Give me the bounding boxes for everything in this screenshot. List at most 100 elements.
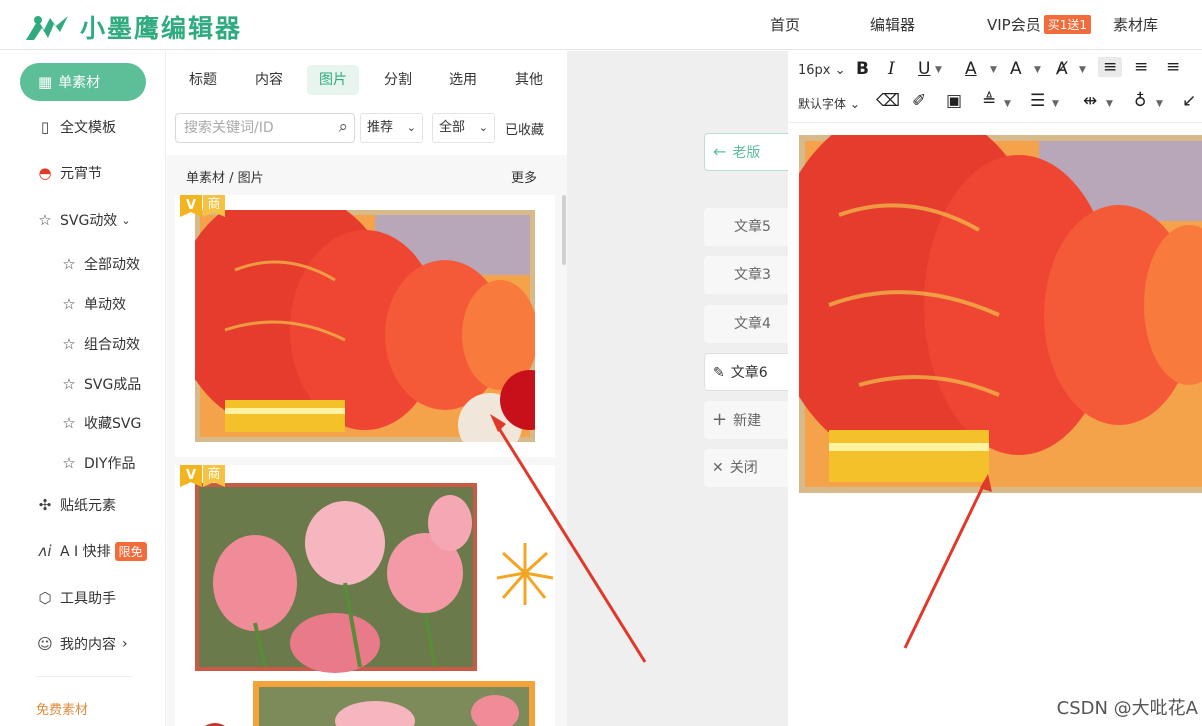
tab-divider[interactable]: 分割 — [372, 65, 424, 95]
indent-icon[interactable]: ⇹ — [1083, 91, 1097, 111]
nav-library[interactable]: 素材库 — [1113, 14, 1158, 35]
sidebar-subitem-combo-effect[interactable]: ☆ 组合动效 — [60, 334, 140, 354]
sort-value: 推荐 — [367, 120, 394, 135]
new-label: 新建 — [733, 413, 762, 429]
close-article-button[interactable]: ✕ 关闭 — [704, 449, 794, 487]
image-card-tulip[interactable]: V 商 — [175, 465, 555, 726]
align-right-icon[interactable]: ≡ — [1166, 57, 1180, 77]
sort-dropdown[interactable]: 推荐 ⌄ — [360, 113, 423, 143]
subitem-label: DIY作品 — [84, 456, 136, 472]
article-tab-4[interactable]: 文章4 — [704, 305, 794, 343]
lightbulb-icon[interactable]: ♁ — [1134, 91, 1146, 111]
sidebar-item-single-material[interactable]: ▦ 单素材 — [20, 63, 146, 101]
font-color-icon[interactable]: A — [965, 59, 977, 79]
chevron-down-icon[interactable]: ▼ — [1034, 65, 1041, 75]
sidebar-subitem-saved-svg[interactable]: ☆ 收藏SVG — [60, 413, 141, 433]
lantern-icon: ◓ — [38, 164, 52, 182]
edit-icon: ✎ — [713, 365, 725, 381]
sidebar-free-material[interactable]: 免费素材 — [36, 699, 88, 718]
logo[interactable]: 小墨鹰编辑器 — [24, 9, 242, 45]
align-center-icon[interactable]: ≡ — [1134, 57, 1148, 77]
arrow-icon[interactable]: ↙ — [1182, 91, 1196, 111]
ai-icon: ʌi — [38, 542, 52, 560]
underline-icon[interactable]: U — [918, 59, 930, 79]
tab-selected[interactable]: 选用 — [437, 65, 489, 95]
search-placeholder: 搜索关键词/ID — [184, 120, 274, 136]
sidebar-item-stickers[interactable]: ✣ 贴纸元素 — [36, 495, 116, 515]
eraser-icon[interactable]: ⌫ — [876, 91, 900, 111]
editor-area: 16px ⌄ B I U ▼ A ▼ A ▼ Ⱥ ▼ ≡ ≡ ≡ 默认字体 ⌄ … — [788, 51, 1202, 726]
sidebar-item-template[interactable]: ▯ 全文模板 — [36, 117, 116, 137]
tab-other[interactable]: 其他 — [503, 65, 555, 95]
sidebar-subitem-diy[interactable]: ☆ DIY作品 — [60, 453, 135, 473]
bold-icon[interactable]: B — [856, 59, 869, 79]
sidebar-subitem-svg-finished[interactable]: ☆ SVG成品 — [60, 374, 141, 394]
tab-title[interactable]: 标题 — [177, 65, 229, 95]
font-size-value: 16px — [798, 63, 831, 78]
arrow-left-icon: ← — [713, 142, 727, 161]
tab-content[interactable]: 内容 — [243, 65, 295, 95]
sidebar-subitem-single-effect[interactable]: ☆ 单动效 — [60, 294, 126, 314]
chevron-down-icon[interactable]: ▼ — [1079, 65, 1086, 75]
line-height-icon[interactable]: ≜ — [982, 91, 996, 111]
chevron-down-icon[interactable]: ▼ — [1004, 99, 1011, 109]
star-icon: ☆ — [62, 375, 76, 393]
breadcrumb: 单素材 / 图片 更多 — [167, 155, 567, 195]
vip-v-badge: V — [180, 195, 202, 217]
search-input[interactable]: 搜索关键词/ID ⌕ — [175, 113, 355, 143]
align-left-icon[interactable]: ≡ — [1098, 57, 1123, 77]
sidebar-item-label: 工具助手 — [60, 591, 116, 607]
sidebar-item-label: 全文模板 — [60, 120, 116, 136]
chevron-down-icon[interactable]: ▼ — [1106, 99, 1113, 109]
search-icon[interactable]: ⌕ — [338, 113, 348, 141]
subitem-label: SVG成品 — [84, 377, 142, 393]
eagle-logo-icon — [26, 16, 68, 40]
watermark: CSDN @大吡花A — [1056, 698, 1198, 719]
chevron-down-icon[interactable]: ▼ — [935, 65, 942, 75]
chevron-down-icon[interactable]: ▼ — [1156, 99, 1163, 109]
sidebar-item-ai-layout[interactable]: ʌi A I 快排 限免 — [36, 541, 147, 561]
scope-value: 全部 — [439, 120, 466, 135]
sidebar: ▦ 单素材 ▯ 全文模板 ◓ 元宵节 ☆ SVG动效 ⌄ ☆ 全部动效 ☆ 单动效 ☆ 组合动… — [0, 51, 166, 726]
chevron-down-icon[interactable]: ▼ — [990, 65, 997, 75]
free-limited-badge: 限免 — [114, 541, 147, 561]
italic-icon[interactable]: I — [888, 59, 895, 79]
tulip-image — [195, 483, 554, 726]
inserted-lantern-image[interactable] — [799, 135, 1202, 493]
subitem-label: 组合动效 — [84, 337, 140, 353]
scope-dropdown[interactable]: 全部 ⌄ — [432, 113, 495, 143]
bg-color-icon[interactable]: A — [1010, 59, 1022, 79]
nav-editor[interactable]: 编辑器 — [870, 14, 915, 35]
format-brush-icon[interactable]: ✐ — [912, 91, 926, 111]
sidebar-item-svg-effects[interactable]: ☆ SVG动效 ⌄ — [36, 210, 130, 230]
panel-scrollbar[interactable] — [562, 195, 566, 265]
article-tab-6[interactable]: ✎ 文章6 — [704, 353, 794, 391]
old-version-button[interactable]: ← 老版 — [704, 133, 794, 171]
font-size-select[interactable]: 16px ⌄ — [798, 63, 846, 78]
nav-home[interactable]: 首页 — [770, 14, 800, 35]
sidebar-active-label: 单素材 — [58, 75, 101, 91]
plus-icon: + — [712, 409, 728, 430]
star-icon: ☆ — [62, 335, 76, 353]
nav-vip[interactable]: VIP会员 买1送1 — [987, 14, 1092, 35]
sidebar-item-tools[interactable]: ⬡ 工具助手 — [36, 588, 116, 608]
font-family-select[interactable]: 默认字体 ⌄ — [798, 95, 860, 112]
sidebar-item-my-content[interactable]: ☺ 我的内容 › — [36, 634, 127, 654]
sidebar-subitem-all-effects[interactable]: ☆ 全部动效 — [60, 254, 140, 274]
text-effect-icon[interactable]: Ⱥ — [1056, 59, 1068, 79]
paragraph-spacing-icon[interactable]: ☰ — [1030, 91, 1045, 111]
new-article-button[interactable]: + 新建 — [704, 401, 794, 439]
more-link[interactable]: 更多 — [511, 167, 537, 186]
tab-image[interactable]: 图片 — [307, 65, 359, 95]
article-tab-3[interactable]: 文章3 — [704, 256, 794, 294]
image-card-lantern[interactable]: V 商 — [175, 195, 555, 457]
star-icon: ☆ — [62, 414, 76, 432]
collected-link[interactable]: 已收藏 — [505, 119, 544, 138]
article-tab-5[interactable]: 文章5 — [704, 208, 794, 246]
chevron-down-icon[interactable]: ▼ — [1052, 99, 1059, 109]
commercial-badge: 商 — [203, 465, 225, 487]
star-icon: ☆ — [62, 255, 76, 273]
image-icon[interactable]: ▣ — [946, 91, 962, 111]
sidebar-item-lantern-festival[interactable]: ◓ 元宵节 — [36, 163, 102, 183]
sidebar-item-label: 贴纸元素 — [60, 498, 116, 514]
